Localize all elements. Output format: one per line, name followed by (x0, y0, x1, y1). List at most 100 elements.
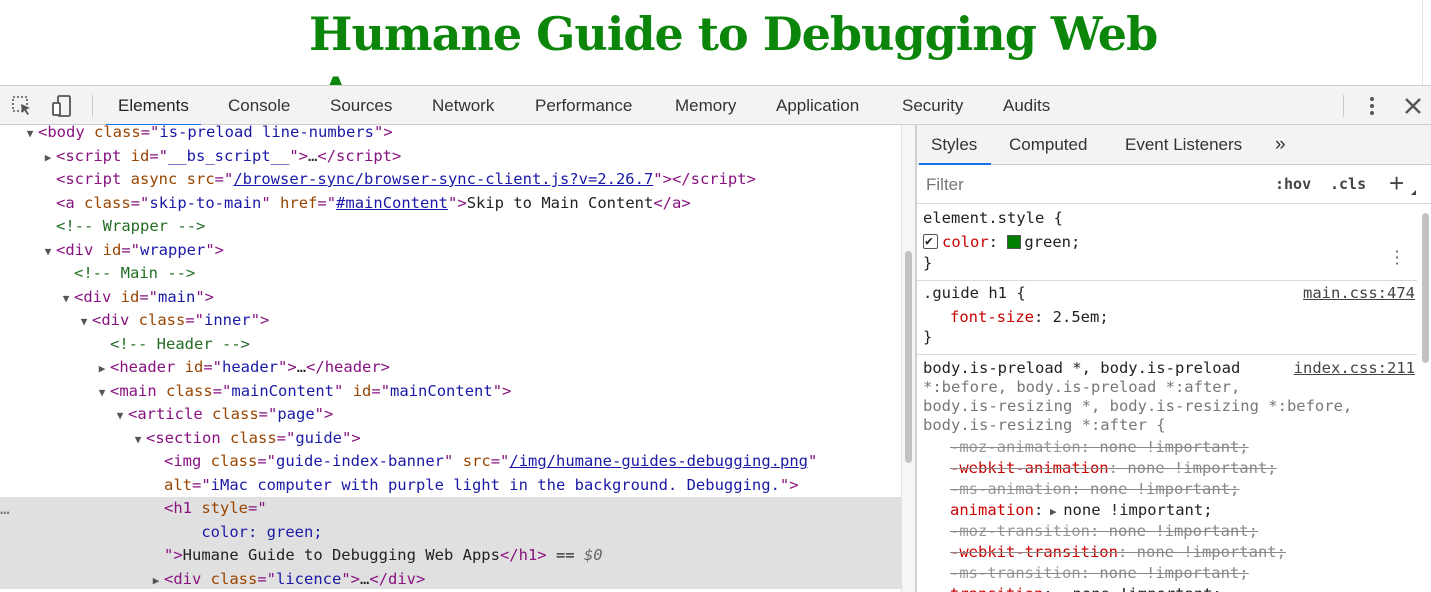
collapse-node-icon[interactable]: ▼ (112, 404, 128, 427)
preload-selector-line: body.is-preload *, body.is-preload (923, 359, 1241, 377)
property-value[interactable]: none !important; (1063, 501, 1212, 519)
tab-application[interactable]: Application (776, 86, 859, 125)
dom-node-line[interactable]: alt="iMac computer with purple light in … (0, 474, 901, 498)
more-options-icon[interactable] (1360, 94, 1384, 118)
expand-node-icon[interactable]: ▶ (94, 357, 110, 380)
property-value[interactable]: none !important; (1127, 459, 1276, 477)
css-declaration[interactable]: transition: ▶ none !important; (950, 585, 1222, 592)
tab-network[interactable]: Network (432, 86, 494, 125)
css-declaration[interactable]: -moz-animation: none !important; (950, 438, 1249, 457)
dom-node-line[interactable]: ▶ <header id="header">…</header> (0, 356, 901, 380)
css-declaration[interactable]: -webkit-animation: none !important; (950, 459, 1277, 478)
property-name[interactable]: -webkit-transition (950, 543, 1118, 561)
property-value[interactable]: none !important; (1137, 543, 1286, 561)
close-devtools-icon[interactable] (1401, 94, 1425, 118)
elements-scrollbar-thumb[interactable] (905, 251, 912, 463)
property-name[interactable]: transition (950, 585, 1043, 592)
css-declaration[interactable]: -moz-transition: none !important; (950, 522, 1258, 541)
device-toolbar-icon[interactable] (50, 94, 74, 118)
collapse-node-icon[interactable]: ▼ (94, 381, 110, 404)
property-name[interactable]: font-size (950, 308, 1034, 326)
dom-node-markup: <script id="__bs_script__">…</script> (56, 146, 402, 165)
cls-toggle[interactable]: .cls (1330, 175, 1366, 193)
dom-node-line[interactable]: ▼ <body class="is-preload line-numbers"> (0, 125, 901, 145)
tab-memory[interactable]: Memory (675, 86, 736, 125)
styles-filter-input[interactable] (921, 171, 1261, 199)
dom-node-markup: <a class="skip-to-main" href="#mainConte… (56, 193, 691, 212)
subtab-computed[interactable]: Computed (1009, 125, 1087, 165)
tab-console[interactable]: Console (228, 86, 290, 125)
tab-performance[interactable]: Performance (535, 86, 632, 125)
dom-node-line[interactable]: ▼ <div id="main"> (0, 286, 901, 310)
dom-node-line[interactable]: <!-- Main --> (0, 262, 901, 286)
dom-node-line[interactable]: ▼ <article class="page"> (0, 403, 901, 427)
dom-node-line[interactable]: ▼ <section class="guide"> (0, 427, 901, 451)
inspect-element-icon[interactable] (10, 94, 34, 118)
property-value[interactable]: green; (1024, 233, 1080, 251)
styles-subtabs: Styles Computed Event Listeners » (917, 125, 1431, 165)
more-tabs-icon[interactable]: » (1275, 125, 1286, 165)
property-name[interactable]: -moz-transition (950, 522, 1090, 540)
property-value[interactable]: 2.5em; (1053, 308, 1109, 326)
css-declaration[interactable]: animation: ▶ none !important; (950, 501, 1213, 521)
property-value[interactable]: none !important; (1109, 522, 1258, 540)
collapse-node-icon[interactable]: ▼ (58, 287, 74, 310)
dom-node-markup: <!-- Main --> (74, 264, 196, 282)
property-value[interactable]: none !important; (1073, 585, 1222, 592)
subtab-event-listeners[interactable]: Event Listeners (1125, 125, 1242, 165)
hov-toggle[interactable]: :hov (1275, 175, 1311, 193)
dom-node-line[interactable]: ▶ <div class="licence">…</div> (0, 568, 901, 592)
source-link-index-css[interactable]: index.css:211 (1294, 359, 1415, 377)
property-value[interactable]: none !important; (1090, 480, 1239, 498)
property-name[interactable]: -moz-animation (950, 438, 1081, 456)
dom-node-line[interactable]: color: green; (0, 521, 901, 545)
elements-scrollbar[interactable] (901, 125, 915, 592)
dom-node-markup: <main class="mainContent" id="mainConten… (110, 381, 512, 400)
dom-node-line[interactable]: <img class="guide-index-banner" src="/im… (0, 450, 901, 474)
dom-node-markup: <section class="guide"> (146, 428, 361, 447)
expand-shorthand-icon[interactable]: ▶ (1043, 505, 1063, 518)
dom-node-line[interactable]: <!-- Wrapper --> (0, 215, 901, 239)
property-name[interactable]: animation (950, 501, 1034, 519)
property-name[interactable]: -webkit-animation (950, 459, 1109, 477)
property-name[interactable]: -ms-transition (950, 564, 1081, 582)
css-declaration[interactable]: -ms-transition: none !important; (950, 564, 1249, 583)
new-style-rule-button[interactable]: + (1389, 168, 1404, 199)
subtab-styles[interactable]: Styles (918, 125, 992, 165)
dom-node-line[interactable]: <a class="skip-to-main" href="#mainConte… (0, 192, 901, 216)
tab-audits[interactable]: Audits (1003, 86, 1050, 125)
collapse-node-icon[interactable]: ▼ (22, 125, 38, 145)
tab-sources[interactable]: Sources (330, 86, 392, 125)
collapse-node-icon[interactable]: ▼ (76, 310, 92, 333)
property-value[interactable]: none !important; (1099, 564, 1248, 582)
dom-node-line[interactable]: ▼ <main class="mainContent" id="mainConte… (0, 380, 901, 404)
dom-node-line[interactable]: <h1 style=" (0, 497, 901, 521)
inspected-page: Humane Guide to Debugging Web Apps (0, 0, 1431, 85)
color-swatch[interactable] (1007, 235, 1022, 249)
tab-security[interactable]: Security (902, 86, 963, 125)
styles-scrollbar-thumb[interactable] (1422, 213, 1429, 363)
dom-node-line[interactable]: ▶ <script id="__bs_script__">…</script> (0, 145, 901, 169)
property-value[interactable]: none !important; (1099, 438, 1248, 456)
dom-node-markup: <h1 style=" (164, 499, 267, 517)
expand-node-icon[interactable]: ▶ (40, 146, 56, 169)
dom-node-line[interactable]: <script async src="/browser-sync/browser… (0, 168, 901, 192)
styles-scrollbar[interactable] (1420, 205, 1431, 592)
dom-node-line[interactable]: <!-- Header --> (0, 333, 901, 357)
source-link-main-css[interactable]: main.css:474 (1303, 284, 1415, 302)
dom-node-markup: <div class="inner"> (92, 311, 270, 329)
dom-node-line[interactable]: ▼ <div class="inner"> (0, 309, 901, 333)
css-declaration[interactable]: -webkit-transition: none !important; (950, 543, 1286, 562)
property-checkbox[interactable] (923, 232, 938, 251)
property-name[interactable]: -ms-animation (950, 480, 1071, 498)
dom-node-line[interactable]: ▼ <div id="wrapper"> (0, 239, 901, 263)
expand-node-icon[interactable]: ▶ (148, 569, 164, 592)
dom-node-markup: <img class="guide-index-banner" src="/im… (164, 452, 818, 470)
collapse-node-icon[interactable]: ▼ (40, 240, 56, 263)
dom-node-line[interactable]: ">Humane Guide to Debugging Web Apps</h1… (0, 544, 901, 568)
collapse-node-icon[interactable]: ▼ (130, 428, 146, 451)
css-declaration[interactable]: -ms-animation: none !important; (950, 480, 1239, 499)
rule-options-icon[interactable]: · · · (1393, 244, 1401, 272)
property-name[interactable]: color (942, 233, 989, 251)
tab-elements[interactable]: Elements (106, 86, 201, 126)
